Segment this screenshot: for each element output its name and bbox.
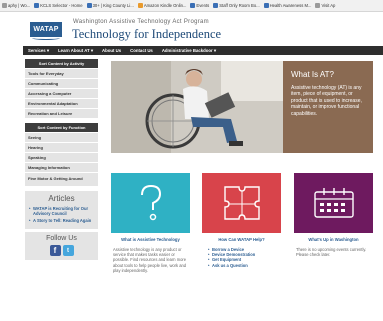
hero-text-panel: What Is AT? Assistive technology (AT) is…: [283, 61, 373, 153]
site-title: Technology for Independence: [72, 27, 222, 41]
site-header: WATAP Washington Assistive Technology Ac…: [23, 12, 383, 45]
articles-panel: Articles WATAP is Recruiting for Our Adv…: [25, 191, 98, 229]
sidebar-item-seeing[interactable]: Seeing: [25, 133, 98, 143]
bookmark-item[interactable]: Events: [190, 3, 209, 8]
nav-administrative-backdoor[interactable]: Administrative Backdoor ▾: [162, 48, 216, 54]
feature-tiles: What is Assistive Technology Assistive t…: [111, 173, 373, 285]
hero-title: What Is AT?: [291, 70, 334, 79]
tile-what-is-at[interactable]: What is Assistive Technology Assistive t…: [111, 173, 190, 273]
nav-label: Learn About AT: [58, 47, 90, 53]
watap-logo[interactable]: WATAP: [30, 22, 62, 40]
site-page: WATAP Washington Assistive Technology Ac…: [23, 12, 383, 321]
bookmark-label: Events: [196, 3, 210, 8]
logo-swoosh-icon: [32, 36, 60, 40]
bookmark-item[interactable]: 30+ | King County Li...: [86, 3, 134, 8]
bookmark-label: Amazon Kindle Onlin...: [143, 3, 187, 8]
tile-description: Assistive technology is any product or s…: [113, 247, 187, 273]
sidebar-item-environmental-adaptation[interactable]: Environmental Adaptation: [25, 99, 98, 109]
social-links: f t: [25, 245, 98, 256]
nav-about-us[interactable]: About Us: [102, 48, 121, 53]
bookmark-item[interactable]: aphy | Wo...: [2, 3, 30, 8]
bookmark-favicon-icon: [315, 3, 321, 8]
bookmark-item[interactable]: Staff Only Room Bo...: [213, 3, 260, 8]
sidebar-item-fine-motor[interactable]: Fine Motor & Getting Around: [25, 173, 98, 187]
article-link[interactable]: WATAP is Recruiting for Our Advisory Cou…: [29, 206, 94, 216]
chevron-down-icon: ▾: [90, 47, 94, 53]
bookmark-favicon-icon: [213, 3, 219, 8]
tile-title[interactable]: How Can WATAP Help?: [202, 237, 281, 242]
main-nav: Services ▾ Learn About AT ▾ About Us Con…: [23, 46, 383, 55]
bookmark-item[interactable]: KCLS Selector - Home: [34, 3, 83, 8]
bookmark-label: Visit Ap: [321, 3, 336, 8]
bookmark-label: Staff Only Room Bo...: [219, 3, 260, 8]
question-mark-icon: [140, 184, 161, 221]
bookmark-favicon-icon: [34, 3, 40, 8]
sidebar-item-recreation-and-leisure[interactable]: Recreation and Leisure: [25, 109, 98, 119]
bookmark-label: aphy | Wo...: [8, 3, 31, 8]
bookmark-favicon-icon: [137, 3, 143, 8]
follow-us-title: Follow Us: [46, 235, 77, 242]
facebook-icon[interactable]: f: [49, 245, 61, 256]
sidebar-item-tools-for-everyday[interactable]: Tools for Everyday: [25, 69, 98, 79]
nav-contact-us[interactable]: Contact Us: [130, 48, 153, 53]
follow-us-panel: Follow Us f t: [25, 232, 98, 260]
tile-title[interactable]: What is Assistive Technology: [111, 237, 190, 242]
sidebar-item-communicating[interactable]: Communicating: [25, 79, 98, 89]
tile-box[interactable]: [111, 173, 190, 233]
hero-description: Assistive technology (AT) is any item, p…: [291, 85, 362, 117]
hero-banner: What Is AT? Assistive technology (AT) is…: [111, 61, 373, 153]
article-link[interactable]: A Story to Tell: Reading Again: [29, 218, 94, 223]
sidebar: Sort Content by Activity Tools for Every…: [25, 59, 98, 260]
bookmark-label: 30+ | King County Li...: [92, 3, 134, 8]
bookmark-item[interactable]: Amazon Kindle Onlin...: [137, 3, 187, 8]
tile-box[interactable]: [294, 173, 373, 233]
bookmarks-bar: aphy | Wo... KCLS Selector - Home 30+ | …: [0, 0, 383, 12]
chevron-down-icon: ▾: [46, 47, 50, 53]
help-link-ask-question[interactable]: Ask us a Question: [208, 263, 281, 268]
tile-how-can-watap-help[interactable]: How Can WATAP Help? Borrow a Device Devi…: [202, 173, 281, 268]
nav-label: Administrative Backdoor: [161, 47, 213, 53]
bookmark-favicon-icon: [86, 3, 92, 8]
nav-learn-about-at[interactable]: Learn About AT ▾: [58, 48, 93, 54]
nav-label: Services: [28, 47, 46, 53]
bookmark-favicon-icon: [2, 3, 7, 8]
sidebar-heading-activity[interactable]: Sort Content by Activity: [25, 59, 98, 68]
bookmark-item[interactable]: Health Awareness M...: [263, 3, 312, 8]
sidebar-item-managing-information[interactable]: Managing Information: [25, 163, 98, 173]
bookmark-favicon-icon: [263, 3, 269, 8]
logo-text: WATAP: [33, 26, 59, 33]
org-name: Washington Assistive Technology Act Prog…: [73, 19, 209, 25]
sidebar-heading-function[interactable]: Sort Content by Function: [25, 123, 98, 132]
bookmark-item[interactable]: Visit Ap: [315, 3, 335, 8]
calendar-icon: [313, 188, 354, 218]
sidebar-item-accessing-a-computer[interactable]: Accessing a Computer: [25, 89, 98, 99]
articles-title: Articles: [48, 194, 75, 203]
puzzle-icon: [223, 186, 260, 220]
chevron-down-icon: ▾: [213, 47, 217, 53]
tile-title[interactable]: What's Up in Washington: [294, 237, 373, 242]
bookmark-label: KCLS Selector - Home: [40, 3, 83, 8]
sidebar-item-hearing[interactable]: Hearing: [25, 143, 98, 153]
nav-services[interactable]: Services ▾: [28, 48, 49, 54]
tile-description: There is no upcoming events currently. P…: [296, 247, 367, 258]
twitter-icon[interactable]: t: [62, 245, 74, 256]
bookmark-favicon-icon: [190, 3, 196, 8]
help-links: Borrow a Device Device Demonstration Get…: [202, 247, 281, 268]
hero-photo: [111, 61, 286, 153]
bookmark-label: Health Awareness M...: [269, 3, 312, 8]
sidebar-item-speaking[interactable]: Speaking: [25, 153, 98, 163]
tile-box[interactable]: [202, 173, 281, 233]
tile-whats-up-in-washington[interactable]: What's Up in Washington There is no upco…: [294, 173, 373, 257]
